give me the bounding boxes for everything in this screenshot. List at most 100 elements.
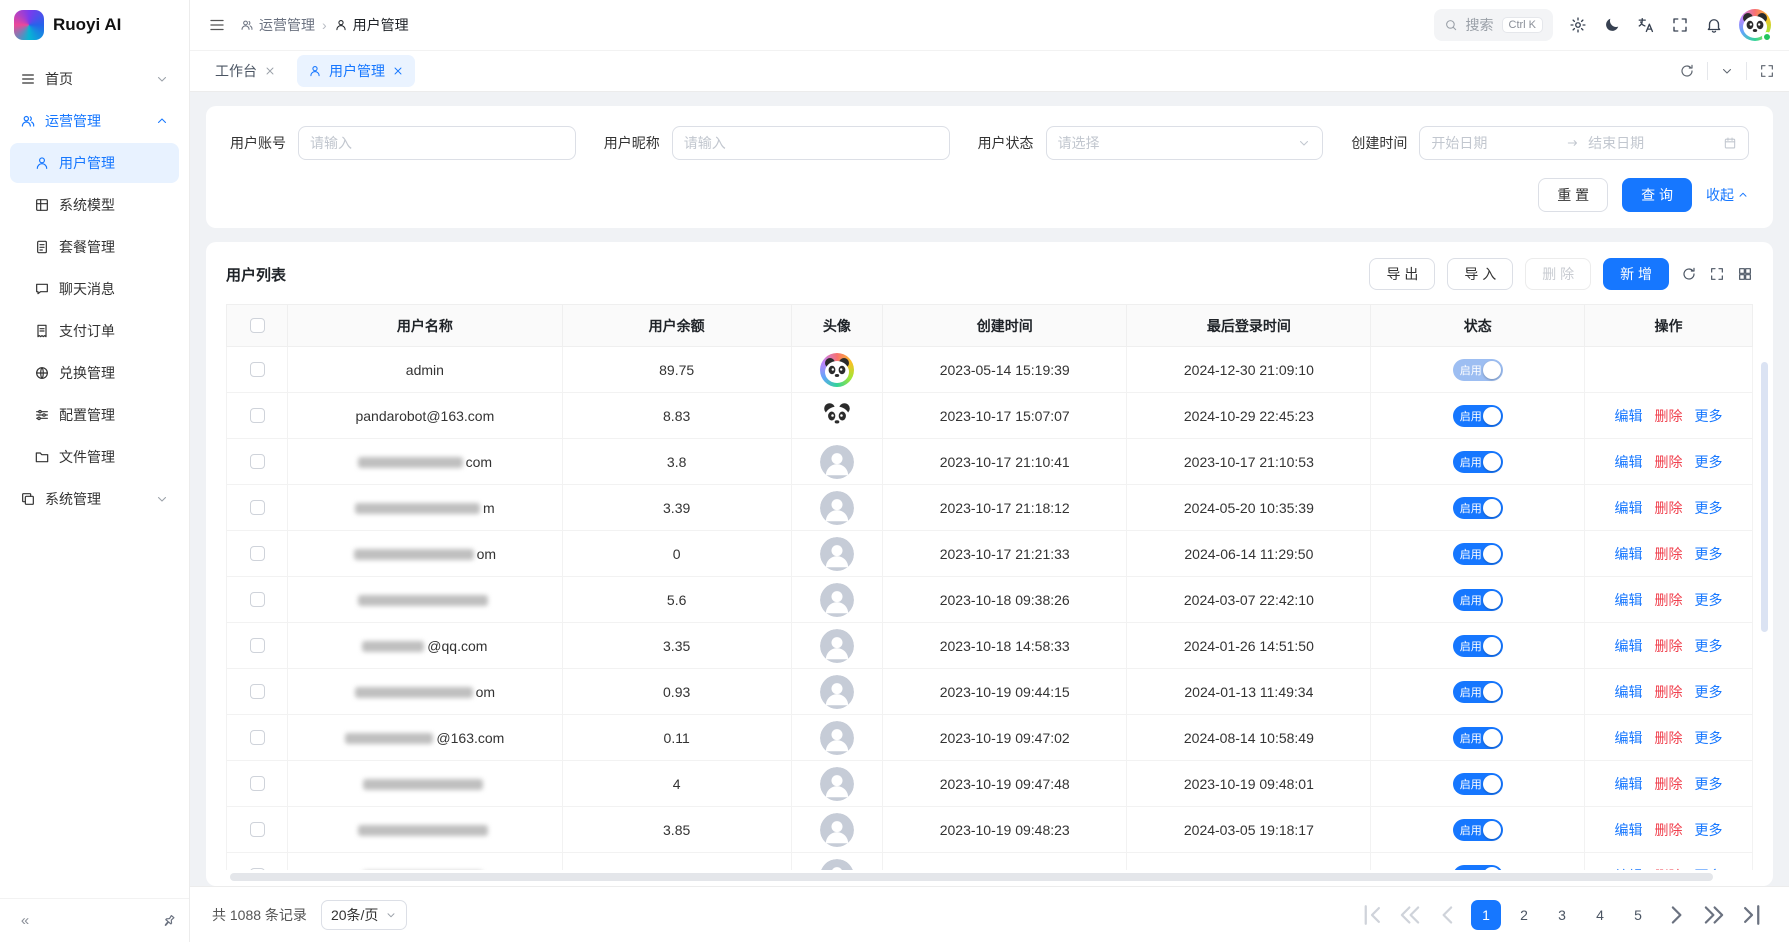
- sidebar-item-users[interactable]: 用户管理: [10, 143, 179, 183]
- sidebar-item-payment-orders[interactable]: 支付订单: [10, 311, 179, 351]
- breadcrumb-item-operations[interactable]: 运营管理: [240, 15, 315, 35]
- notifications-bell-icon[interactable]: [1705, 16, 1723, 34]
- action-delete[interactable]: 删除: [1655, 822, 1683, 838]
- action-more[interactable]: 更多: [1695, 408, 1723, 424]
- status-toggle[interactable]: 启用: [1453, 451, 1503, 473]
- action-delete[interactable]: 删除: [1655, 592, 1683, 608]
- page-button-4[interactable]: 4: [1585, 900, 1615, 930]
- user-avatar[interactable]: [1739, 9, 1771, 41]
- table-fullscreen-icon[interactable]: [1709, 266, 1725, 282]
- tab-users[interactable]: 用户管理: [297, 55, 415, 87]
- language-translate-icon[interactable]: [1637, 16, 1655, 34]
- action-delete[interactable]: 删除: [1655, 638, 1683, 654]
- action-edit[interactable]: 编辑: [1615, 868, 1643, 871]
- action-edit[interactable]: 编辑: [1615, 592, 1643, 608]
- status-toggle[interactable]: 启用: [1453, 359, 1503, 381]
- row-checkbox[interactable]: [250, 500, 265, 515]
- status-toggle[interactable]: 启用: [1453, 819, 1503, 841]
- action-more[interactable]: 更多: [1695, 684, 1723, 700]
- row-checkbox[interactable]: [250, 868, 265, 870]
- status-toggle[interactable]: 启用: [1453, 681, 1503, 703]
- page-button-1[interactable]: 1: [1471, 900, 1501, 930]
- action-edit[interactable]: 编辑: [1615, 408, 1643, 424]
- action-edit[interactable]: 编辑: [1615, 822, 1643, 838]
- breadcrumb-item-users[interactable]: 用户管理: [334, 15, 409, 35]
- fullscreen-icon[interactable]: [1671, 16, 1689, 34]
- sidebar-item-packages[interactable]: 套餐管理: [10, 227, 179, 267]
- sidebar-item-files[interactable]: 文件管理: [10, 437, 179, 477]
- refresh-tab-icon[interactable]: [1679, 63, 1695, 79]
- created-time-range-picker[interactable]: 开始日期 结束日期: [1419, 126, 1749, 160]
- pin-icon[interactable]: [158, 909, 181, 932]
- sidebar-item-operations[interactable]: 运营管理: [10, 100, 179, 142]
- action-more[interactable]: 更多: [1695, 592, 1723, 608]
- action-more[interactable]: 更多: [1695, 730, 1723, 746]
- row-checkbox[interactable]: [250, 362, 265, 377]
- row-checkbox[interactable]: [250, 684, 265, 699]
- status-toggle[interactable]: 启用: [1453, 727, 1503, 749]
- action-more[interactable]: 更多: [1695, 454, 1723, 470]
- action-more[interactable]: 更多: [1695, 868, 1723, 871]
- action-edit[interactable]: 编辑: [1615, 454, 1643, 470]
- page-button-5[interactable]: 5: [1623, 900, 1653, 930]
- row-checkbox[interactable]: [250, 822, 265, 837]
- global-search[interactable]: 搜索 Ctrl K: [1434, 9, 1554, 41]
- prev-page-button[interactable]: [1433, 900, 1463, 930]
- page-button-2[interactable]: 2: [1509, 900, 1539, 930]
- action-delete[interactable]: 删除: [1655, 454, 1683, 470]
- row-checkbox[interactable]: [250, 592, 265, 607]
- action-edit[interactable]: 编辑: [1615, 500, 1643, 516]
- export-button[interactable]: 导 出: [1369, 258, 1435, 290]
- user-nickname-input[interactable]: [672, 126, 950, 160]
- status-toggle[interactable]: 启用: [1453, 773, 1503, 795]
- status-toggle[interactable]: 启用: [1453, 589, 1503, 611]
- action-edit[interactable]: 编辑: [1615, 776, 1643, 792]
- collapse-filter-link[interactable]: 收起: [1706, 185, 1749, 205]
- page-button-3[interactable]: 3: [1547, 900, 1577, 930]
- expand-content-icon[interactable]: [1759, 63, 1775, 79]
- reset-button[interactable]: 重 置: [1538, 178, 1608, 212]
- action-delete[interactable]: 删除: [1655, 684, 1683, 700]
- close-icon[interactable]: [392, 65, 404, 77]
- sidebar-item-home[interactable]: 首页: [10, 58, 179, 100]
- action-more[interactable]: 更多: [1695, 638, 1723, 654]
- row-checkbox[interactable]: [250, 730, 265, 745]
- action-delete[interactable]: 删除: [1655, 408, 1683, 424]
- sidebar-item-exchange[interactable]: 兑换管理: [10, 353, 179, 393]
- first-page-button[interactable]: [1357, 900, 1387, 930]
- action-edit[interactable]: 编辑: [1615, 546, 1643, 562]
- action-edit[interactable]: 编辑: [1615, 684, 1643, 700]
- status-toggle[interactable]: 启用: [1453, 635, 1503, 657]
- page-size-select[interactable]: 20条/页: [321, 900, 407, 930]
- settings-gear-icon[interactable]: [1569, 16, 1587, 34]
- action-more[interactable]: 更多: [1695, 546, 1723, 562]
- close-icon[interactable]: [264, 65, 276, 77]
- menu-toggle-icon[interactable]: [208, 16, 226, 34]
- status-toggle[interactable]: 启用: [1453, 543, 1503, 565]
- refresh-table-icon[interactable]: [1681, 266, 1697, 282]
- action-delete[interactable]: 删除: [1655, 546, 1683, 562]
- tab-workbench[interactable]: 工作台: [204, 55, 287, 87]
- user-account-input[interactable]: [298, 126, 576, 160]
- action-delete[interactable]: 删除: [1655, 776, 1683, 792]
- jump-forward-button[interactable]: [1699, 900, 1729, 930]
- row-checkbox[interactable]: [250, 776, 265, 791]
- row-checkbox[interactable]: [250, 454, 265, 469]
- last-page-button[interactable]: [1737, 900, 1767, 930]
- action-delete[interactable]: 删除: [1655, 868, 1683, 871]
- import-button[interactable]: 导 入: [1447, 258, 1513, 290]
- status-toggle[interactable]: 启用: [1453, 865, 1503, 871]
- chevron-down-icon[interactable]: [1720, 64, 1734, 78]
- next-page-button[interactable]: [1661, 900, 1691, 930]
- status-toggle[interactable]: 启用: [1453, 405, 1503, 427]
- dark-mode-moon-icon[interactable]: [1603, 16, 1621, 34]
- user-status-select[interactable]: 请选择: [1046, 126, 1324, 160]
- row-checkbox[interactable]: [250, 638, 265, 653]
- action-delete[interactable]: 删除: [1655, 730, 1683, 746]
- query-button[interactable]: 查 询: [1622, 178, 1692, 212]
- row-checkbox[interactable]: [250, 546, 265, 561]
- action-more[interactable]: 更多: [1695, 822, 1723, 838]
- row-checkbox[interactable]: [250, 408, 265, 423]
- action-delete[interactable]: 删除: [1655, 500, 1683, 516]
- action-edit[interactable]: 编辑: [1615, 638, 1643, 654]
